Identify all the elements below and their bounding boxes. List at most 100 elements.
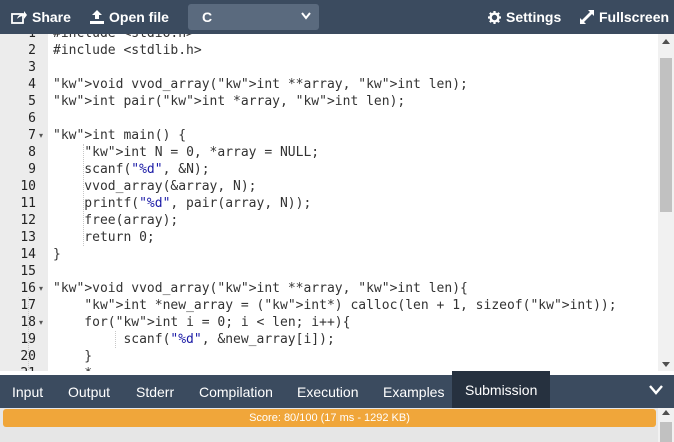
settings-label: Settings [506,9,562,25]
settings-button[interactable]: Settings [488,0,561,34]
language-select[interactable]: C [188,4,319,30]
code-line[interactable]: 15 [0,263,658,280]
code-text: } [53,247,61,262]
score-badge: Score: 80/100 (17 ms - 1292 KB) [3,409,656,427]
line-number: 21 [0,365,36,371]
fullscreen-button[interactable]: Fullscreen [580,0,669,34]
scroll-up-button[interactable] [658,34,674,48]
code-line[interactable]: 19 scanf("%d", &new_array[i]); [0,331,658,348]
code-line[interactable]: 11 printf("%d", pair(array, N)); [0,195,658,212]
tab-output[interactable]: Output [68,375,110,408]
code-text: "kw">int N = 0, *array = NULL; [84,145,320,160]
code-line[interactable]: 18 ▾ for("kw">int i = 0; i < len; i++){ [0,314,658,331]
code-line[interactable]: 20 } [0,348,658,365]
code-line[interactable]: 8 "kw">int N = 0, *array = NULL; [0,144,658,161]
chevron-down-icon[interactable] [649,385,663,395]
share-icon [11,11,27,24]
code-text: } [53,349,93,364]
line-number: 4 [28,77,36,92]
share-button[interactable]: Share [11,0,71,34]
code-line[interactable]: 10 vvod_array(&array, N); [0,178,658,195]
code-line[interactable]: 1 #include <stdio.h> [0,34,658,42]
code-line[interactable]: 3 [0,59,658,76]
tab-examples[interactable]: Examples [383,375,444,408]
line-number: 13 [20,230,36,245]
line-number: 10 [20,179,36,194]
line-number: 6 [28,111,36,126]
code-line[interactable]: 12 free(array); [0,212,658,229]
code-text: scanf("%d", &N); [53,162,210,177]
code-text: printf("%d", pair(array, N)); [53,196,312,211]
code-line[interactable]: 9 scanf("%d", &N); [0,161,658,178]
line-number: 3 [28,60,36,75]
code-line[interactable]: 4 "kw">void vvod_array("kw">int **array, … [0,76,658,93]
code-line[interactable]: 16 ▾ "kw">void vvod_array("kw">int **array… [0,280,658,297]
code-line[interactable]: 2 #include <stdlib.h> [0,42,658,59]
code-area[interactable]: 1 #include <stdio.h> 2 #include <stdlib.h> 3… [0,34,658,371]
code-text: * [53,365,92,371]
fold-toggle-icon[interactable]: ▾ [39,314,43,331]
code-line[interactable]: 6 [0,110,658,127]
code-editor[interactable]: 1 #include <stdio.h> 2 #include <stdlib.h> 3… [0,34,674,371]
code-text: "kw">int *new_array = ("kw">int*) calloc… [84,298,617,313]
code-line[interactable]: 13 return 0; [0,229,658,246]
tab-compilation[interactable]: Compilation [199,375,273,408]
code-text: for("kw">int i = 0; i < len; i++){ [53,315,351,330]
code-line[interactable]: 21 * [0,365,658,371]
tab-submission[interactable]: Submission [452,371,551,408]
line-number: 16 [20,281,36,296]
open-file-label: Open file [109,9,169,25]
share-label: Share [32,9,71,25]
fold-toggle-icon[interactable]: ▾ [39,280,43,297]
tab-execution[interactable]: Execution [297,375,358,408]
line-number: 5 [28,94,36,109]
line-number: 2 [28,43,36,58]
upload-icon [90,10,104,24]
output-tabbar: Input Output Stderr Compilation Executio… [0,371,674,408]
line-number: 19 [20,332,36,347]
code-line[interactable]: 7 ▾ "kw">int main() { [0,127,658,144]
line-number: 7 [28,128,36,143]
line-number: 20 [20,349,36,364]
expand-icon [580,10,594,24]
line-number: 18 [20,315,36,330]
line-number: 12 [20,213,36,228]
open-file-button[interactable]: Open file [90,0,169,34]
code-text: return 0; [53,230,155,245]
line-number: 17 [20,298,36,313]
tab-input[interactable]: Input [12,375,43,408]
scroll-thumb[interactable] [660,58,672,212]
chevron-down-icon [301,12,311,20]
indent-guide [28,297,29,371]
scroll-thumb[interactable] [660,422,672,442]
result-scrollbar[interactable] [658,408,674,442]
code-text: scanf("%d", &new_array[i]); [53,332,335,347]
tab-stderr[interactable]: Stderr [136,375,174,408]
scroll-down-button[interactable] [658,357,674,371]
top-toolbar: Share Open file C Settings Fullscreen [0,0,674,34]
scroll-up-icon [662,38,670,44]
gear-icon [488,10,501,24]
code-text: "kw">void vvod_array("kw">int **array, "… [53,281,468,296]
editor-scrollbar[interactable] [658,34,674,371]
line-number: 14 [20,247,36,262]
fold-toggle-icon[interactable]: ▾ [39,127,43,144]
code-text: "kw">int pair("kw">int *array, "kw">int … [53,94,406,109]
scroll-up-icon [662,410,670,415]
line-number: 15 [20,264,36,279]
line-number: 1 [0,34,36,42]
line-number: 11 [20,196,36,211]
code-text: #include <stdio.h> [53,34,194,42]
code-text: "kw">void vvod_array("kw">int **array, "… [53,77,468,92]
code-text: #include <stdlib.h> [53,43,202,58]
indent-guide [115,331,116,348]
line-number: 9 [28,162,36,177]
scroll-down-icon [662,361,670,367]
code-line[interactable]: 17 "kw">int *new_array = ("kw">int*) cal… [0,297,658,314]
code-line[interactable]: 14} [0,246,658,263]
code-text: free(array); [53,213,179,228]
code-text: "kw">int main() { [53,128,187,143]
indent-guide [83,144,84,246]
line-number: 8 [28,145,36,160]
code-line[interactable]: 5 "kw">int pair("kw">int *array, "kw">int… [0,93,658,110]
